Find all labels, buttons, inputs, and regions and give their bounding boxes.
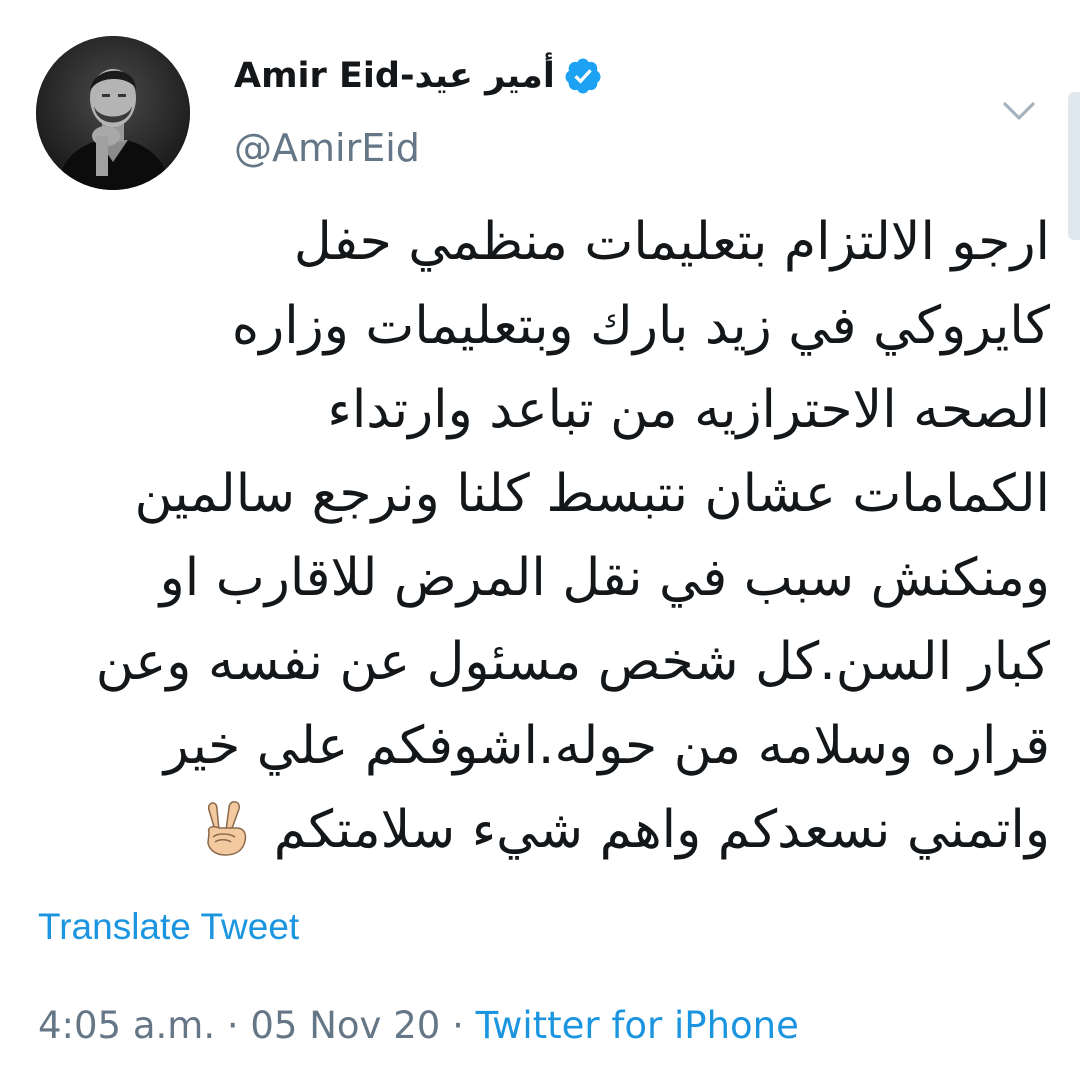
scrollbar[interactable] <box>1068 92 1080 240</box>
chevron-down-icon[interactable] <box>1000 92 1038 130</box>
tweet-line: واتمني نسعدكم واهم شيء سلامتكم <box>273 800 1050 860</box>
avatar[interactable] <box>36 36 190 190</box>
tweet-card: Amir Eid-أمير عيد @AmirEid ارجو الالتزام… <box>0 0 1080 1081</box>
translate-tweet-link[interactable]: Translate Tweet <box>38 906 299 948</box>
tweet-meta: 4:05 a.m. · 05 Nov 20 · Twitter for iPho… <box>38 1004 799 1047</box>
tweet-line: ارجو الالتزام بتعليمات منظمي حفل <box>293 212 1050 272</box>
display-name[interactable]: Amir Eid-أمير عيد <box>234 56 555 96</box>
meta-separator: · <box>226 1004 239 1047</box>
tweet-time[interactable]: 4:05 a.m. <box>38 1004 215 1047</box>
tweet-line: الكمامات عشان نتبسط كلنا ونرجع سالمين <box>134 464 1050 524</box>
verified-badge-icon <box>563 56 603 96</box>
tweet-line: ومنكنش سبب في نقل المرض للاقارب او <box>159 548 1050 608</box>
avatar-photo <box>36 36 190 190</box>
tweet-line: كبار السن.كل شخص مسئول عن نفسه وعن <box>95 632 1050 692</box>
tweet-date[interactable]: 05 Nov 20 <box>250 1004 440 1047</box>
user-handle[interactable]: @AmirEid <box>234 126 420 170</box>
user-name-row: Amir Eid-أمير عيد <box>234 56 603 96</box>
tweet-line: قراره وسلامه من حوله.اشوفكم علي خير <box>163 716 1050 776</box>
tweet-text: ارجو الالتزام بتعليمات منظمي حفل كايروكي… <box>40 200 1050 872</box>
tweet-line: كايروكي في زيد بارك وبتعليمات وزاره <box>231 296 1050 356</box>
tweet-line: الصحه الاحترازيه من تباعد وارتداء <box>327 380 1050 440</box>
tweet-source-link[interactable]: Twitter for iPhone <box>476 1004 799 1047</box>
victory-hand-icon <box>195 797 257 859</box>
meta-separator: · <box>452 1004 464 1047</box>
